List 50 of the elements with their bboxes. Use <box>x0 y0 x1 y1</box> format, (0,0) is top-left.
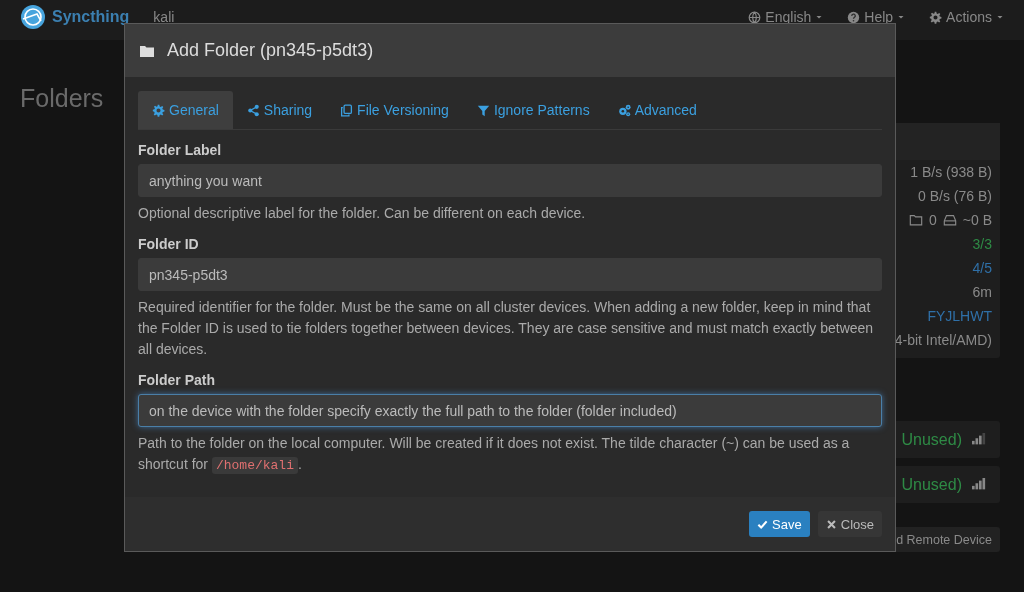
close-icon <box>825 518 837 530</box>
signal-icon <box>972 432 986 447</box>
input-field[interactable]: anything you want <box>138 164 882 197</box>
input-field[interactable]: on the device with the folder specify exactly the full path to the folder (folder included) <box>138 394 882 427</box>
logo-icon <box>20 4 46 30</box>
settings-icon <box>152 103 165 117</box>
size-value: ~0 B <box>962 212 992 228</box>
stat-value: FYJLHWT <box>927 308 992 324</box>
input-field[interactable]: pn345-p5dt3 <box>138 258 882 291</box>
tab[interactable]: Sharing <box>232 91 327 129</box>
folder-count: 0 <box>929 212 937 228</box>
gears-icon <box>617 103 631 117</box>
filter-icon <box>476 103 490 117</box>
menu-dropdown[interactable]: English <box>748 9 824 25</box>
tab[interactable]: Ignore Patterns <box>462 91 604 129</box>
stat-value: 3/3 <box>972 236 992 252</box>
caret-icon <box>996 13 1004 21</box>
stat-value: 4/5 <box>972 260 992 276</box>
stat-value: 0 B/s (76 B) <box>918 188 992 204</box>
field-label: Folder Path <box>138 372 216 388</box>
brand-name[interactable]: Syncthing <box>52 8 130 26</box>
copy-icon <box>340 103 354 117</box>
caret-icon <box>897 13 906 21</box>
stat-value: 1 B/s (938 B) <box>910 164 992 180</box>
settings-icon <box>929 10 943 24</box>
help-text: Required identifier for the folder. Must be the same on all cluster devices. When adding a new folder, keep in mind that the Folder ID is used to tie folders together between devices. They are case sensitive and must match exactly between all devices. <box>138 298 875 359</box>
check-icon <box>757 518 769 530</box>
folder-icon <box>909 213 923 227</box>
help-text: Optional descriptive label for the folder. Can be different on each device. <box>138 204 587 223</box>
stat-value: 6m <box>972 284 992 300</box>
drive-icon <box>942 213 957 227</box>
device-status: Unused) <box>901 475 962 494</box>
field-label: Folder ID <box>138 236 200 252</box>
tab[interactable]: File Versioning <box>326 91 463 129</box>
stat-value: 4-bit Intel/AMD) <box>894 332 992 348</box>
device-name: kali <box>153 9 175 25</box>
tab[interactable]: General <box>138 91 233 129</box>
menu-dropdown[interactable]: Actions <box>929 9 1004 25</box>
page-heading: Folders <box>20 84 104 114</box>
caret-icon <box>815 13 824 21</box>
save-button[interactable]: Save <box>749 511 810 537</box>
dialog-title: Add Folder (pn345-p5dt3) <box>167 40 374 61</box>
field-label: Folder Label <box>138 142 223 158</box>
help-text: Path to the folder on the local computer. Will be created if it does not exist. The tilde character (~) can be used as a shortcut for /home/kali . <box>138 434 851 476</box>
signal-icon <box>972 477 986 492</box>
share-icon <box>246 103 260 117</box>
globe-icon <box>748 10 762 24</box>
device-status: Unused) <box>901 430 962 449</box>
tab[interactable]: Advanced <box>603 91 711 129</box>
close-button[interactable]: Close <box>817 511 882 537</box>
